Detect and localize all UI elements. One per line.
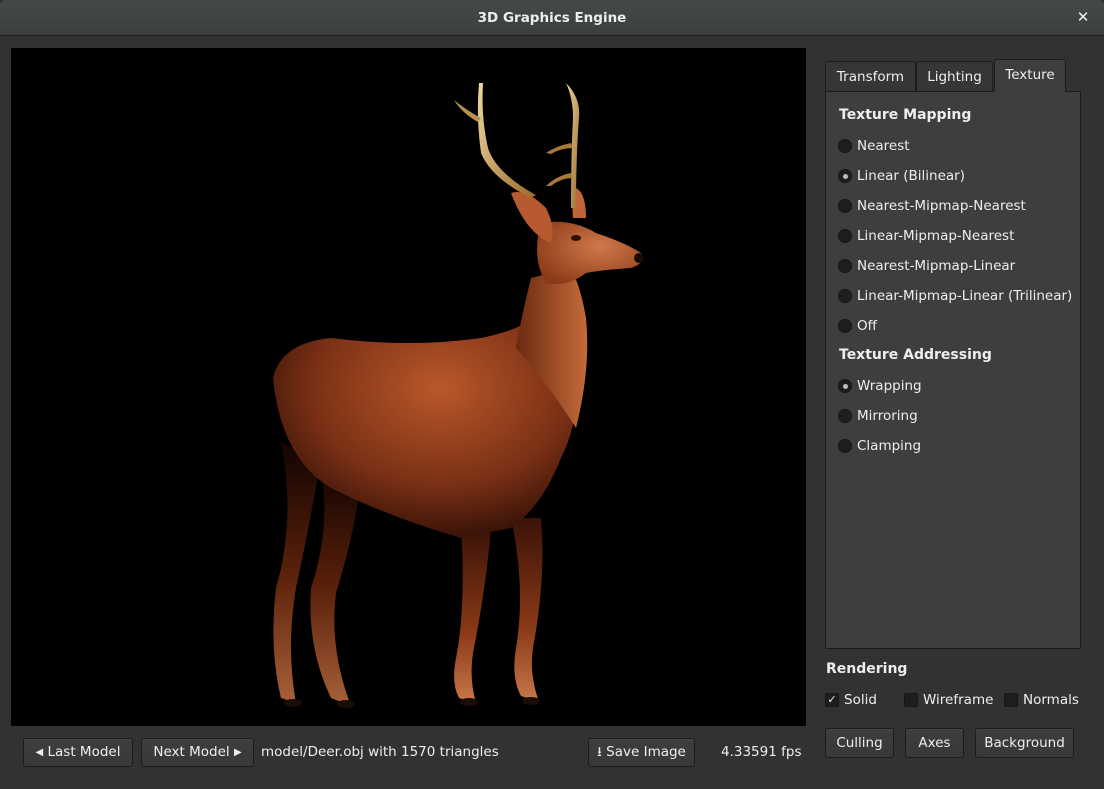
triangle-right-icon: ▶: [233, 747, 242, 758]
save-image-label: Save Image: [606, 744, 686, 760]
last-model-label: Last Model: [47, 744, 121, 760]
model-info-text: model/Deer.obj with 1570 triangles: [261, 744, 499, 760]
tab-lighting[interactable]: Lighting: [916, 61, 993, 92]
texture-tab-page: Texture Mapping Nearest Linear (Bilinear…: [825, 91, 1081, 649]
radio-button[interactable]: [838, 139, 852, 153]
radio-label: Linear-Mipmap-Linear (Trilinear): [857, 288, 1073, 304]
last-model-button[interactable]: ◀ Last Model: [23, 738, 133, 767]
checkbox-label: Wireframe: [923, 692, 994, 708]
radio-button[interactable]: [838, 259, 852, 273]
background-button[interactable]: Background: [975, 728, 1074, 758]
deer-ear-left: [511, 192, 553, 243]
checkbox-box[interactable]: ✓: [825, 693, 839, 707]
deer-hoof: [284, 699, 302, 707]
radio-label: Nearest-Mipmap-Nearest: [857, 198, 1026, 214]
render-viewport[interactable]: [11, 48, 806, 726]
radio-button[interactable]: [838, 289, 852, 303]
deer-antler-left-tine: [454, 100, 481, 122]
texture-addressing-heading: Texture Addressing: [839, 347, 992, 363]
radio-label: Linear (Bilinear): [857, 168, 965, 184]
checkbox-box[interactable]: [1004, 693, 1018, 707]
deer-eye: [571, 235, 581, 241]
deer-antler-right-tine2: [546, 173, 573, 186]
deer-model-render: [273, 83, 644, 708]
deer-back-leg-right: [310, 468, 361, 706]
radio-button[interactable]: [838, 319, 852, 333]
radio-label: Nearest-Mipmap-Linear: [857, 258, 1016, 274]
radio-label: Mirroring: [857, 408, 918, 424]
deer-front-leg-left: [454, 528, 491, 703]
deer-nose: [634, 253, 644, 263]
fps-readout: 4.33591 fps: [721, 744, 802, 760]
deer-antler-left: [477, 83, 536, 198]
deer-front-leg-right: [511, 518, 543, 702]
axes-button[interactable]: Axes: [905, 728, 964, 758]
checkbox-label: Solid: [844, 692, 877, 708]
radio-label: Linear-Mipmap-Nearest: [857, 228, 1015, 244]
close-icon[interactable]: ✕: [1074, 8, 1092, 26]
deer-hoof: [522, 697, 540, 705]
checkbox-label: Normals: [1023, 692, 1079, 708]
radio-button[interactable]: [838, 439, 852, 453]
radio-label: Clamping: [857, 438, 922, 454]
deer-antler-right-tine1: [546, 143, 573, 154]
deer-hoof: [337, 700, 355, 708]
radio-label: Nearest: [857, 138, 910, 154]
radio-button[interactable]: [838, 199, 852, 213]
tab-texture[interactable]: Texture: [994, 59, 1066, 92]
radio-label: Off: [857, 318, 877, 334]
radio-button[interactable]: [838, 409, 852, 423]
window-title: 3D Graphics Engine: [477, 10, 627, 26]
next-model-button[interactable]: Next Model ▶: [141, 738, 254, 767]
deer-head: [537, 221, 643, 285]
title-bar: 3D Graphics Engine ✕: [0, 0, 1104, 36]
radio-button[interactable]: [838, 379, 852, 393]
deer-back-leg-left: [273, 443, 321, 703]
deer-hoof: [460, 698, 478, 706]
tab-transform[interactable]: Transform: [825, 61, 916, 92]
texture-mapping-heading: Texture Mapping: [839, 107, 972, 123]
rendering-heading: Rendering: [826, 661, 908, 677]
save-image-button[interactable]: ⭳ Save Image: [588, 738, 695, 767]
radio-button[interactable]: [838, 229, 852, 243]
triangle-left-icon: ◀: [35, 747, 44, 758]
culling-button[interactable]: Culling: [825, 728, 894, 758]
next-model-label: Next Model: [153, 744, 230, 760]
radio-label: Wrapping: [857, 378, 922, 394]
checkbox-box[interactable]: [904, 693, 918, 707]
download-icon: ⭳: [597, 744, 602, 760]
radio-button[interactable]: [838, 169, 852, 183]
